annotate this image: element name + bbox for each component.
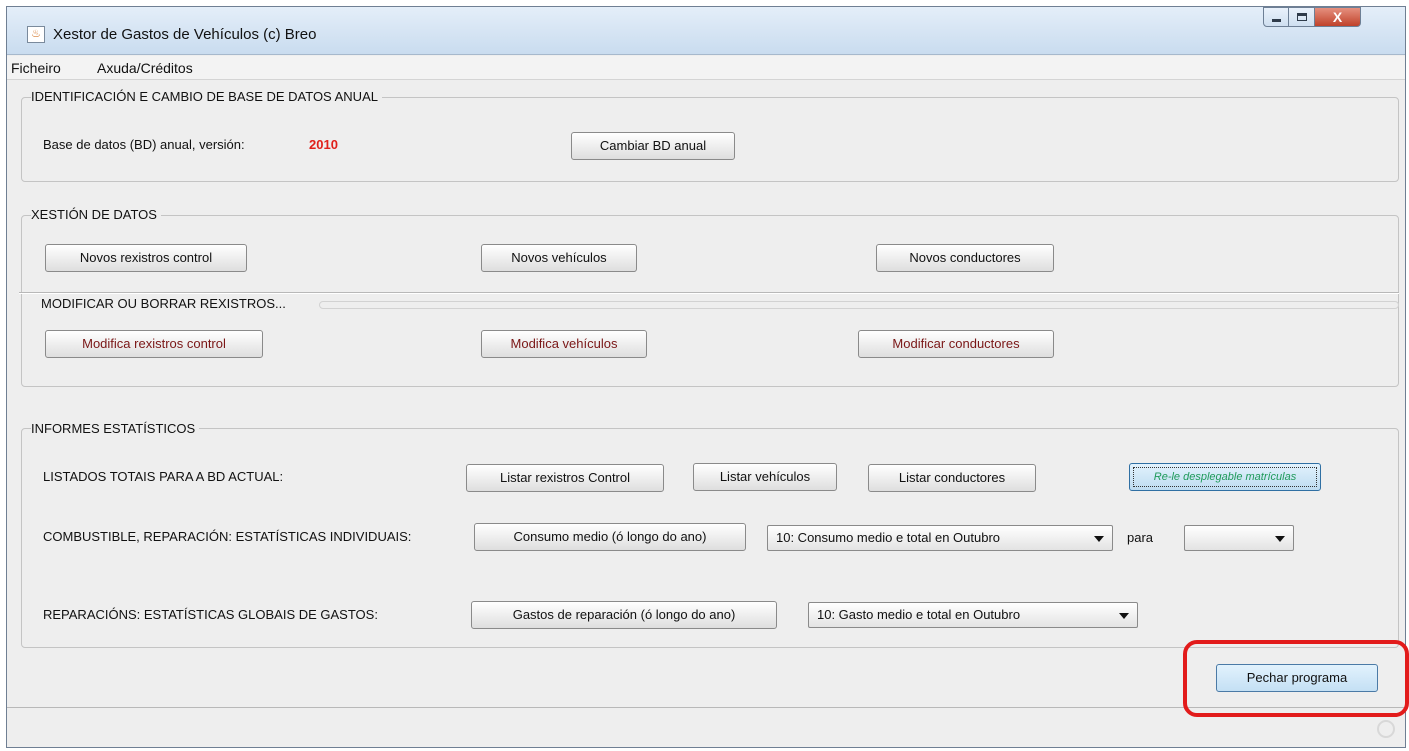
title-bar[interactable]: ♨ Xestor de Gastos de Vehículos (c) Breo… <box>7 7 1405 55</box>
busy-indicator-icon <box>1377 720 1395 738</box>
modify-subpanel-border <box>319 301 1399 309</box>
focus-ring <box>1133 467 1317 487</box>
new-control-records-button[interactable]: Novos rexistros control <box>45 244 247 272</box>
reload-plates-dropdown-button[interactable]: Re-le desplegable matrículas <box>1129 463 1321 491</box>
para-label: para <box>1127 530 1154 545</box>
average-consumption-button[interactable]: Consumo medio (ó longo do ano) <box>474 523 746 551</box>
maximize-icon <box>1297 13 1307 21</box>
red-highlight-annotation <box>1183 640 1409 717</box>
individual-stats-label: COMBUSTIBLE, REPARACIÓN: ESTATÍSTICAS IN… <box>43 529 412 544</box>
modify-vehicles-button[interactable]: Modifica vehículos <box>481 330 647 358</box>
chevron-down-icon <box>1275 536 1285 542</box>
java-cup-icon: ♨ <box>27 26 45 43</box>
consumption-month-value: 10: Consumo medio e total en Outubro <box>776 530 1001 545</box>
new-drivers-button[interactable]: Novos conductores <box>876 244 1054 272</box>
app-window: ♨ Xestor de Gastos de Vehículos (c) Breo… <box>6 6 1409 748</box>
minimize-icon <box>1272 19 1281 22</box>
modify-drivers-button[interactable]: Modificar conductores <box>858 330 1054 358</box>
global-stats-label: REPARACIÓNS: ESTATÍSTICAS GLOBAIS DE GAS… <box>43 607 378 622</box>
minimize-button[interactable] <box>1263 7 1289 27</box>
database-panel-title: IDENTIFICACIÓN E CAMBIO DE BASE DE DATOS… <box>31 89 382 104</box>
database-version-value: 2010 <box>309 137 338 152</box>
repair-costs-button[interactable]: Gastos de reparación (ó longo do ano) <box>471 601 777 629</box>
database-version-label: Base de datos (BD) anual, versión: <box>43 137 245 152</box>
menu-bar: Ficheiro Axuda/Créditos <box>7 56 1405 80</box>
consumption-month-select[interactable]: 10: Consumo medio e total en Outubro <box>767 525 1113 551</box>
modify-records-title: MODIFICAR OU BORRAR REXISTROS... <box>41 296 290 311</box>
list-drivers-button[interactable]: Listar conductores <box>868 464 1036 492</box>
change-database-button[interactable]: Cambiar BD anual <box>571 132 735 160</box>
repair-month-value: 10: Gasto medio e total en Outubro <box>817 607 1021 622</box>
modify-separator <box>19 292 1399 294</box>
repair-month-select[interactable]: 10: Gasto medio e total en Outubro <box>808 602 1138 628</box>
maximize-button[interactable] <box>1288 7 1315 27</box>
data-management-panel-title: XESTIÓN DE DATOS <box>31 207 161 222</box>
new-vehicles-button[interactable]: Novos vehículos <box>481 244 637 272</box>
menu-ficheiro[interactable]: Ficheiro <box>11 60 61 76</box>
modify-control-records-button[interactable]: Modifica rexistros control <box>45 330 263 358</box>
chevron-down-icon <box>1119 613 1129 619</box>
totals-label: LISTADOS TOTAIS PARA A BD ACTUAL: <box>43 469 284 484</box>
chevron-down-icon <box>1094 536 1104 542</box>
close-window-button[interactable]: X <box>1314 7 1361 27</box>
list-control-records-button[interactable]: Listar rexistros Control <box>466 464 664 492</box>
reports-panel-title: INFORMES ESTATÍSTICOS <box>31 421 200 436</box>
plate-select[interactable] <box>1184 525 1294 551</box>
window-title: Xestor de Gastos de Vehículos (c) Breo <box>53 26 317 43</box>
menu-axuda-creditos[interactable]: Axuda/Créditos <box>97 60 193 76</box>
list-vehicles-button[interactable]: Listar vehículos <box>693 463 837 491</box>
